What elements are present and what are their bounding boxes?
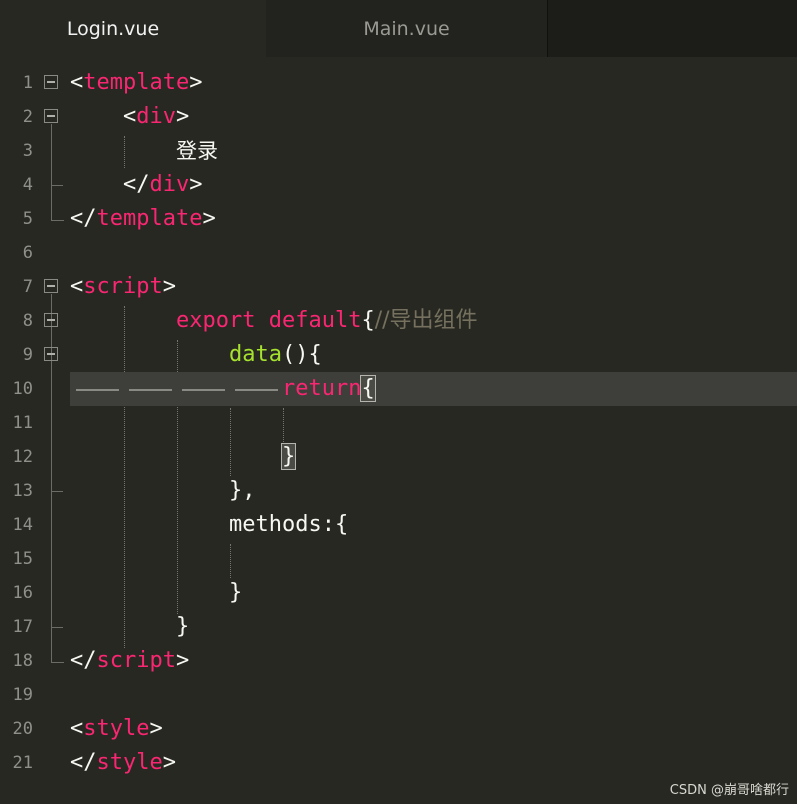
line-number: 14 xyxy=(12,515,33,535)
tab-main-vue[interactable]: Main.vue xyxy=(266,0,548,57)
code-line-9: 9 data(){ xyxy=(0,338,797,372)
code-text: <template> xyxy=(70,70,203,95)
tab-indicator xyxy=(235,389,278,391)
code-line-8: 8 export default{//导出组件 xyxy=(0,304,797,338)
code-line-11: 11 xyxy=(0,406,797,440)
matching-bracket: } xyxy=(280,443,297,470)
code-line-10: 10 return{ xyxy=(0,372,797,406)
line-number: 10 xyxy=(12,379,33,399)
tab-indicator xyxy=(129,389,172,391)
code-line-15: 15 xyxy=(0,542,797,576)
code-text: </template> xyxy=(70,206,216,231)
code-line-16: 16 } xyxy=(0,576,797,610)
code-text: </style> xyxy=(70,750,176,775)
matching-bracket: { xyxy=(360,375,376,402)
fold-toggle-icon[interactable] xyxy=(44,109,58,123)
code-line-12: 12 } xyxy=(0,440,797,474)
code-line-3: 3 登录 xyxy=(0,134,797,168)
fold-toggle-icon[interactable] xyxy=(44,75,58,89)
code-line-5: 5 </template> xyxy=(0,202,797,236)
code-text: <style> xyxy=(70,716,163,741)
tab-indicator xyxy=(182,389,225,391)
tab-bar: Login.vue Main.vue xyxy=(0,0,797,57)
code-editor[interactable]: 1 <template> 2 <div> 3 登录 4 </div> 5 </t… xyxy=(0,66,797,804)
code-text: } xyxy=(280,440,297,474)
fold-toggle-icon[interactable] xyxy=(44,347,58,361)
code-line-2: 2 <div> xyxy=(0,100,797,134)
line-number: 4 xyxy=(22,175,33,195)
code-line-7: 7 <script> xyxy=(0,270,797,304)
code-text: } xyxy=(229,580,243,605)
code-text: </script> xyxy=(70,648,190,673)
line-number: 3 xyxy=(22,141,33,161)
code-text: 登录 xyxy=(176,139,218,163)
fold-toggle-icon[interactable] xyxy=(44,313,58,327)
code-line-14: 14 methods:{ xyxy=(0,508,797,542)
code-line-17: 17 } xyxy=(0,610,797,644)
code-text: </div> xyxy=(123,172,203,197)
line-number: 1 xyxy=(22,73,33,93)
code-line-20: 20 <style> xyxy=(0,712,797,746)
tab-login-vue[interactable]: Login.vue xyxy=(0,0,266,57)
line-number: 15 xyxy=(12,549,33,569)
code-text: <div> xyxy=(123,104,190,129)
code-line-19: 19 xyxy=(0,678,797,712)
line-number: 6 xyxy=(22,243,33,263)
code-line-6: 6 xyxy=(0,236,797,270)
code-line-18: 18 </script> xyxy=(0,644,797,678)
code-text: export default{//导出组件 xyxy=(176,308,478,333)
line-number: 7 xyxy=(22,277,33,297)
tab-indicator xyxy=(76,389,119,391)
line-number: 9 xyxy=(22,345,33,365)
line-number: 12 xyxy=(12,447,33,467)
line-number: 5 xyxy=(22,209,33,229)
code-text: }, xyxy=(229,478,256,503)
code-line-1: 1 <template> xyxy=(0,66,797,100)
line-number: 13 xyxy=(12,481,33,501)
code-line-4: 4 </div> xyxy=(0,168,797,202)
line-number: 2 xyxy=(22,107,33,127)
line-number: 11 xyxy=(12,413,33,433)
code-text: data(){ xyxy=(229,342,322,367)
code-text: <script> xyxy=(70,274,176,299)
line-number: 19 xyxy=(12,685,33,705)
line-number: 21 xyxy=(12,753,33,773)
code-text: return{ xyxy=(282,375,376,402)
line-number: 18 xyxy=(12,651,33,671)
line-number: 20 xyxy=(12,719,33,739)
fold-toggle-icon[interactable] xyxy=(44,279,58,293)
watermark: CSDN @崩哥啥都行 xyxy=(669,783,789,798)
line-number: 17 xyxy=(12,617,33,637)
line-number: 8 xyxy=(22,311,33,331)
code-text: } xyxy=(176,614,190,639)
code-line-13: 13 }, xyxy=(0,474,797,508)
code-text: methods:{ xyxy=(229,512,349,537)
code-line-21: 21 </style> xyxy=(0,746,797,780)
line-number: 16 xyxy=(12,583,33,603)
